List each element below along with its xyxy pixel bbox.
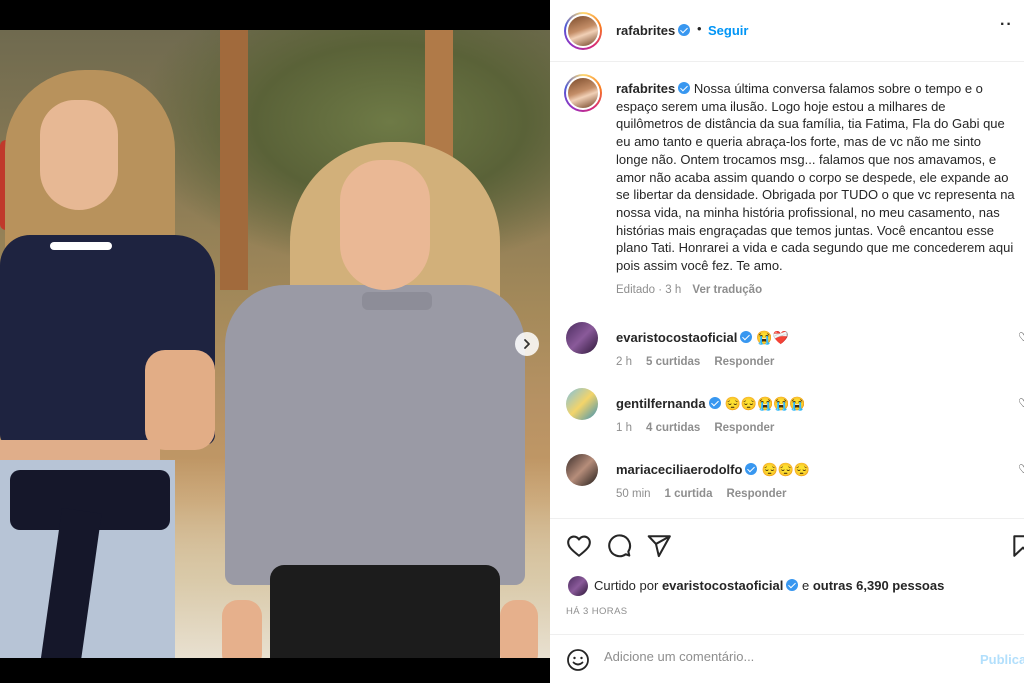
verified-badge-icon <box>678 82 691 94</box>
comment-item: evaristocostaoficial 😭❤️‍🩹 2 h 5 curtidas Re… <box>550 322 1024 382</box>
comment-input[interactable] <box>604 649 964 664</box>
next-slide-button[interactable] <box>515 332 539 356</box>
post-side-panel: rafabrites • Seguir ·· rafabrites Nossa … <box>550 0 1024 683</box>
person-2-hand <box>222 600 262 658</box>
comment-content: evaristocostaoficial 😭❤️‍🩹 <box>616 330 789 346</box>
caption-meta: Editado · 3 h Ver tradução <box>616 284 762 296</box>
comment-meta: 1 h 4 curtidas Responder <box>616 422 788 434</box>
comment-likes[interactable]: 4 curtidas <box>646 422 700 434</box>
post-media <box>0 0 550 683</box>
emoji-icon[interactable] <box>566 648 590 672</box>
comment-meta: 2 h 5 curtidas Responder <box>616 356 788 368</box>
commenter-avatar[interactable] <box>566 388 598 420</box>
commenter-username[interactable]: gentilfernanda <box>616 396 706 411</box>
verified-badge-icon <box>678 24 691 36</box>
comment-item: mariaceciliaerodolfo 😔😔😔 50 min 1 curtida Re… <box>550 454 1024 514</box>
bookmark-icon[interactable] <box>1010 533 1024 559</box>
comment-likes[interactable]: 1 curtida <box>665 488 713 500</box>
commenter-avatar[interactable] <box>566 454 598 486</box>
edited-label: Editado · 3 h <box>616 284 682 296</box>
person-2-pants <box>270 565 500 658</box>
post-header: rafabrites • Seguir ·· <box>550 0 1024 62</box>
comment-time[interactable]: 1 h <box>616 422 632 434</box>
person-2-hand <box>500 600 538 658</box>
caption-username[interactable]: rafabrites <box>616 81 675 96</box>
comment-time[interactable]: 2 h <box>616 356 632 368</box>
reply-button[interactable]: Responder <box>726 488 786 500</box>
verified-badge-icon <box>745 463 758 475</box>
likes-text: Curtido por evaristocostaoficial e outra… <box>594 578 945 593</box>
liker-avatar[interactable] <box>568 576 588 596</box>
reply-button[interactable]: Responder <box>714 356 774 368</box>
commenter-avatar[interactable] <box>566 322 598 354</box>
comment-item: gentilfernanda 😔😔😭😭😭 1 h 4 curtidas Responde… <box>550 388 1024 448</box>
post-timestamp[interactable]: HÁ 3 HORAS <box>566 606 628 617</box>
reply-button[interactable]: Responder <box>714 422 774 434</box>
comment-time[interactable]: 50 min <box>616 488 651 500</box>
author-avatar[interactable] <box>564 12 602 50</box>
comment-content: gentilfernanda 😔😔😭😭😭 <box>616 396 806 412</box>
action-bar <box>550 518 1024 572</box>
comment-text: 😔😔😔 <box>761 462 811 477</box>
comment-like-icon[interactable]: ♡ <box>1018 462 1024 476</box>
chevron-right-icon <box>524 339 530 349</box>
background-post <box>220 30 248 290</box>
comment-meta: 50 min 1 curtida Responder <box>616 488 801 500</box>
see-translation-link[interactable]: Ver tradução <box>692 284 762 296</box>
verified-badge-icon <box>708 397 721 409</box>
likes-others-link[interactable]: outras 6,390 pessoas <box>813 578 945 593</box>
caption-text: rafabrites Nossa última conversa falamos… <box>616 80 1016 275</box>
verified-badge-icon <box>740 331 753 343</box>
publish-button[interactable]: Publicar <box>980 652 1024 667</box>
author-username[interactable]: rafabrites <box>616 23 691 38</box>
comment-content: mariaceciliaerodolfo 😔😔😔 <box>616 462 810 478</box>
post-photo[interactable] <box>0 30 550 658</box>
liker-username[interactable]: evaristocostaoficial <box>662 578 783 593</box>
comment-like-icon[interactable]: ♡ <box>1018 330 1024 344</box>
comment-like-icon[interactable]: ♡ <box>1018 396 1024 410</box>
comment-text: 😔😔😭😭😭 <box>724 396 806 411</box>
person-1-face <box>40 100 118 210</box>
person-2-top <box>225 285 525 585</box>
likes-summary: Curtido por evaristocostaoficial e outra… <box>550 572 1024 602</box>
heart-icon[interactable] <box>566 533 592 559</box>
send-icon[interactable] <box>646 533 672 559</box>
comment-text: 😭❤️‍🩹 <box>756 330 789 345</box>
commenter-username[interactable]: evaristocostaoficial <box>616 330 737 345</box>
more-options-icon[interactable]: ·· <box>1000 16 1013 34</box>
comment-composer: Publicar <box>550 634 1024 683</box>
person-1-arm <box>145 350 215 450</box>
comment-icon[interactable] <box>606 533 632 559</box>
person-2-choker <box>362 292 432 310</box>
commenter-username[interactable]: mariaceciliaerodolfo <box>616 462 742 477</box>
separator-dot: • <box>697 21 702 36</box>
follow-button[interactable]: Seguir <box>708 23 748 38</box>
verified-badge-icon <box>786 579 799 591</box>
caption-author-avatar[interactable] <box>564 74 602 112</box>
comment-likes[interactable]: 5 curtidas <box>646 356 700 368</box>
caption-body: Nossa última conversa falamos sobre o te… <box>616 81 1015 274</box>
person-2-face <box>340 160 430 290</box>
person-1-collar <box>50 242 112 250</box>
